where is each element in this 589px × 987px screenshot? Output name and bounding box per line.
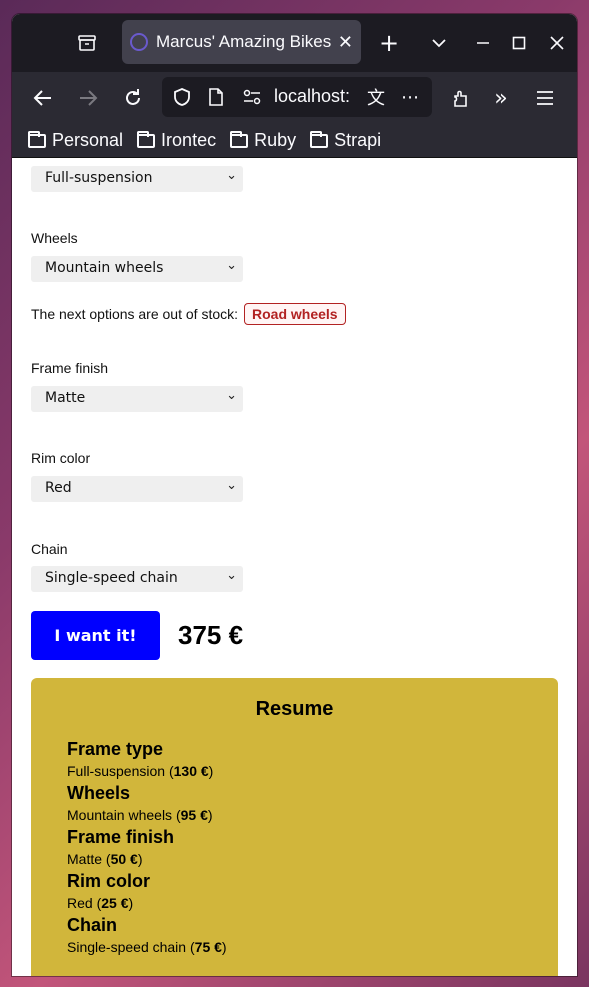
bookmark-label: Ruby (254, 130, 297, 150)
browser-window: Marcus' Amazing Bikes ✕ + localhost: 文 ⋯… (12, 14, 577, 976)
back-arrow-icon[interactable] (28, 83, 58, 113)
shield-icon[interactable] (168, 83, 196, 111)
select-value: Full-suspension (45, 170, 153, 186)
resume-item-option: Mountain wheels (67, 807, 173, 823)
permissions-icon[interactable] (238, 83, 266, 111)
chevron-down-icon: ⌄ (226, 388, 237, 403)
site-favicon-icon (130, 33, 148, 51)
close-window-icon[interactable] (542, 28, 572, 58)
resume-item: Frame finish Matte (50 €) (67, 826, 227, 870)
resume-item-price: 130 € (173, 763, 209, 779)
out-of-stock-badge: Road wheels (244, 303, 346, 325)
chevron-down-icon: ⌄ (226, 258, 237, 273)
resume-item: Rim color Red (25 €) (67, 870, 227, 914)
frame-finish-label: Frame finish (31, 360, 109, 376)
chain-label: Chain (31, 541, 68, 557)
resume-item-option: Matte (67, 851, 103, 867)
address-bar[interactable]: localhost: 文 ⋯ (162, 77, 432, 117)
new-tab-icon[interactable]: + (374, 28, 404, 58)
bookmarks-toolbar: Personal Irontec Ruby Strapi (12, 124, 577, 158)
resume-item-detail: Full-suspension (130 €) (67, 763, 214, 779)
bookmark-strapi[interactable]: Strapi (310, 130, 381, 151)
resume-item-title: Chain (67, 915, 118, 935)
resume-item: Frame type Full-suspension (130 €) (67, 738, 227, 782)
resume-item: Wheels Mountain wheels (95 €) (67, 782, 227, 826)
overflow-chevrons-icon[interactable]: » (486, 83, 516, 113)
resume-item-title: Frame finish (67, 827, 175, 847)
resume-item-price: 50 € (110, 851, 138, 867)
resume-item-price: 25 € (101, 895, 129, 911)
resume-item-title: Rim color (67, 871, 151, 891)
active-tab[interactable]: Marcus' Amazing Bikes ✕ (122, 20, 361, 64)
folder-icon (28, 130, 46, 148)
chevron-down-icon: ⌄ (226, 168, 237, 183)
bookmark-label: Personal (52, 130, 124, 150)
folder-icon (230, 130, 249, 148)
wheels-select[interactable]: Mountain wheels ⌄ (31, 256, 243, 282)
out-of-stock-notice: The next options are out of stock: Road … (31, 303, 346, 325)
resume-item-title: Wheels (67, 783, 131, 803)
select-value: Mountain wheels (45, 260, 164, 276)
navigation-bar: localhost: 文 ⋯ » (12, 72, 577, 124)
chain-select[interactable]: Single-speed chain ⌄ (31, 566, 243, 592)
forward-arrow-icon[interactable] (73, 83, 103, 113)
resume-item-title: Frame type (67, 739, 164, 759)
resume-panel: Resume Frame type Full-suspension (130 €… (31, 678, 558, 976)
bookmark-ruby[interactable]: Ruby (230, 130, 296, 151)
resume-item-option: Full-suspension (67, 763, 166, 779)
bookmark-label: Strapi (334, 130, 382, 150)
close-tab-icon[interactable]: ✕ (338, 32, 353, 53)
url-text[interactable]: localhost: (274, 86, 354, 107)
more-actions-icon[interactable]: ⋯ (396, 83, 424, 111)
resume-item-detail: Red (25 €) (67, 895, 134, 911)
select-value: Single-speed chain (45, 570, 178, 586)
maximize-icon[interactable] (504, 28, 534, 58)
list-tabs-chevron-icon[interactable] (424, 28, 454, 58)
resume-item-detail: Single-speed chain (75 €) (67, 939, 227, 955)
resume-item-price: 75 € (194, 939, 222, 955)
select-value: Matte (45, 390, 86, 406)
resume-item: Chain Single-speed chain (75 €) (67, 914, 227, 958)
extensions-icon[interactable] (446, 83, 476, 113)
tab-bar: Marcus' Amazing Bikes ✕ + (12, 14, 577, 72)
rim-color-label: Rim color (31, 450, 91, 466)
resume-list: Frame type Full-suspension (130 €) Wheel… (67, 738, 227, 958)
i-want-it-button[interactable]: I want it! (31, 611, 160, 660)
chevron-down-icon: ⌄ (226, 568, 237, 583)
folder-icon (310, 130, 329, 148)
bookmark-personal[interactable]: Personal (28, 130, 123, 151)
tab-manager-icon[interactable] (72, 28, 102, 58)
page-icon[interactable] (202, 83, 230, 111)
reload-icon[interactable] (118, 83, 148, 113)
resume-title: Resume (255, 698, 334, 720)
select-value: Red (45, 480, 72, 496)
hamburger-menu-icon[interactable] (530, 83, 560, 113)
bookmark-irontec[interactable]: Irontec (137, 130, 216, 151)
bookmark-label: Irontec (161, 130, 217, 150)
folder-icon (137, 130, 156, 148)
frame-type-select[interactable]: Full-suspension ⌄ (31, 166, 243, 192)
minimize-icon[interactable] (468, 28, 498, 58)
page-content: Full-suspension ⌄ Wheels Mountain wheels… (12, 158, 577, 976)
translate-icon[interactable]: 文 (362, 83, 390, 111)
wheels-label: Wheels (31, 230, 78, 246)
resume-item-price: 95 € (180, 807, 208, 823)
resume-item-detail: Matte (50 €) (67, 851, 143, 867)
out-of-stock-text: The next options are out of stock: (31, 306, 239, 322)
tab-title: Marcus' Amazing Bikes (156, 32, 332, 51)
resume-item-detail: Mountain wheels (95 €) (67, 807, 213, 823)
frame-finish-select[interactable]: Matte ⌄ (31, 386, 243, 412)
rim-color-select[interactable]: Red ⌄ (31, 476, 243, 502)
resume-item-option: Red (67, 895, 93, 911)
total-price: 375 € (178, 620, 244, 650)
resume-item-option: Single-speed chain (67, 939, 187, 955)
chevron-down-icon: ⌄ (226, 478, 237, 493)
